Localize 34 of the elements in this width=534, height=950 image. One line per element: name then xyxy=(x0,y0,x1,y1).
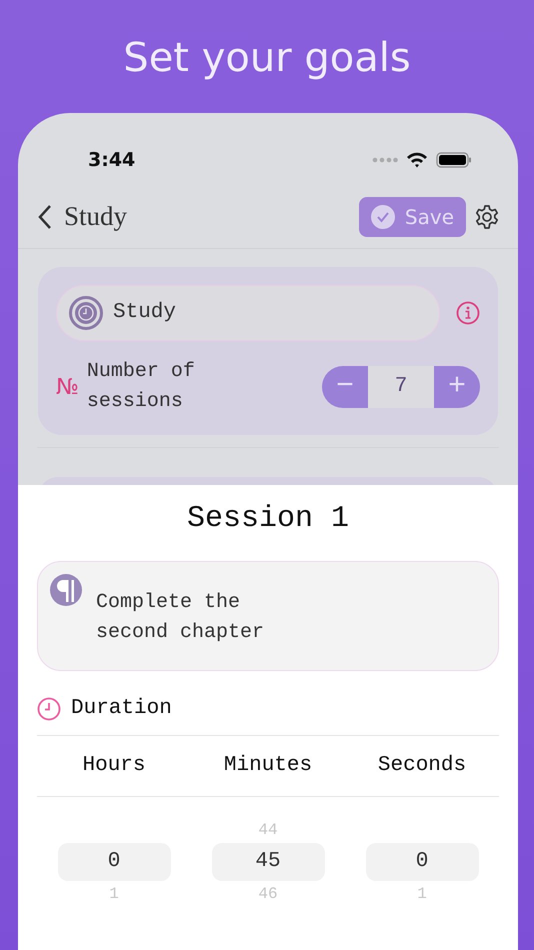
wifi-icon xyxy=(406,152,428,168)
info-icon[interactable] xyxy=(456,301,480,325)
picker-option[interactable]: 0 xyxy=(366,842,478,880)
chevron-left-icon xyxy=(38,204,52,230)
increment-button[interactable]: + xyxy=(434,366,480,408)
decrement-button[interactable]: − xyxy=(322,366,368,408)
paragraph-icon xyxy=(50,574,82,606)
session-count: 7 xyxy=(368,366,434,408)
clock-icon xyxy=(37,696,61,721)
sessions-label: Number of sessions xyxy=(86,359,196,415)
number-sign: № xyxy=(56,374,79,402)
picker-option[interactable]: 46 xyxy=(258,882,278,906)
picker-label: Hours xyxy=(81,752,146,779)
headline: Set your goals xyxy=(122,34,412,83)
save-button[interactable]: Save xyxy=(358,196,466,236)
checkmark-icon xyxy=(370,204,395,228)
picker-option[interactable]: 44 xyxy=(258,818,278,842)
picker-label: Minutes xyxy=(222,752,314,779)
battery-icon xyxy=(436,152,472,168)
picker-option[interactable]: 45 xyxy=(212,842,324,880)
note-field[interactable]: Complete the second chapter xyxy=(37,561,499,671)
goal-name-field[interactable]: Study xyxy=(56,285,440,341)
picker-option[interactable]: 0 xyxy=(58,842,170,880)
sheet-title: Session 1 xyxy=(186,501,350,537)
note-text: Complete the second chapter xyxy=(96,590,266,646)
signal-icon xyxy=(372,157,398,163)
duration-label: Duration xyxy=(71,696,172,722)
clock-icon xyxy=(69,296,103,330)
settings-icon[interactable] xyxy=(474,204,500,230)
picker-label: Seconds xyxy=(376,752,468,779)
status-time: 3:44 xyxy=(88,148,136,173)
back-button[interactable]: Study xyxy=(38,196,128,237)
picker-option[interactable]: 1 xyxy=(109,882,119,906)
picker-option[interactable]: 1 xyxy=(417,882,427,906)
